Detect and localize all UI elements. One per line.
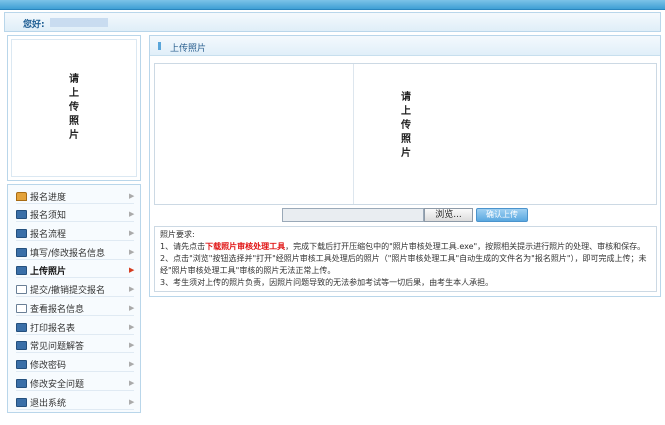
chevron-right-icon: ▶	[129, 304, 135, 312]
download-tool-link[interactable]: 下载照片审核处理工具	[205, 242, 285, 251]
sidebar-menu: 报名进度 ▶ 报名须知 ▶ 报名流程 ▶ 填写/修改报名信息 ▶ 上传照片 ▶ …	[7, 184, 141, 413]
file-upload-row: 浏览...	[282, 208, 473, 222]
top-banner	[0, 0, 665, 10]
confirm-upload-button[interactable]: 确认上传	[476, 208, 528, 222]
chevron-right-icon: ▶	[129, 266, 135, 274]
home-icon	[16, 191, 27, 201]
chevron-right-icon: ▶	[129, 248, 135, 256]
security-icon	[16, 378, 27, 388]
photo-icon	[16, 265, 27, 275]
chevron-right-icon: ▶	[129, 398, 135, 406]
menu-item-print[interactable]: 打印报名表 ▶	[16, 320, 134, 335]
photo-preview-text: 请 上 传 照 片	[401, 92, 411, 159]
password-icon	[16, 359, 27, 369]
upload-photo-panel: 上传照片 请 上 传 照 片 浏览... 确认上传 照片要求: 1、请先点击下载…	[149, 35, 661, 297]
faq-icon	[16, 340, 27, 350]
greeting-label: 您好:	[23, 20, 45, 30]
edit-icon	[16, 247, 27, 257]
browse-button[interactable]: 浏览...	[424, 208, 473, 222]
exit-icon	[16, 397, 27, 407]
menu-item-edit-info[interactable]: 填写/修改报名信息 ▶	[16, 245, 134, 260]
chevron-right-icon: ▶	[129, 360, 135, 368]
chevron-right-icon: ▶	[129, 323, 135, 331]
file-path-input[interactable]	[282, 208, 424, 222]
menu-item-upload-photo[interactable]: 上传照片 ▶	[16, 263, 134, 278]
greeting-bar: 您好:	[4, 12, 661, 32]
chevron-right-icon: ▶	[129, 379, 135, 387]
header-marker-icon	[158, 42, 161, 50]
requirement-2a: 2、点击"浏览"按钮选择并"打开"经照片审核工具处理后的照片（"照片审核处理工具…	[160, 254, 647, 263]
photo-preview-frame: 请 上 传 照 片	[154, 63, 657, 205]
submit-doc-icon	[16, 284, 27, 294]
left-photo-text: 请 上 传 照 片	[69, 74, 79, 141]
left-photo-placeholder: 请 上 传 照 片	[7, 35, 141, 181]
photo-requirements: 照片要求: 1、请先点击下载照片审核处理工具，完成下载后打开压缩包中的"照片审核…	[154, 226, 657, 292]
menu-item-faq[interactable]: 常见问题解答 ▶	[16, 338, 134, 353]
chevron-right-icon: ▶	[129, 192, 135, 200]
panel-header: 上传照片	[150, 36, 660, 56]
requirement-2b: 经"照片审核处理工具"审核的照片无法正常上传。	[160, 266, 336, 275]
menu-item-security-question[interactable]: 修改安全问题 ▶	[16, 376, 134, 391]
print-icon	[16, 322, 27, 332]
menu-item-progress[interactable]: 报名进度 ▶	[16, 189, 134, 204]
chevron-right-icon: ▶	[129, 229, 135, 237]
requirements-heading: 照片要求:	[160, 230, 195, 239]
chevron-right-icon: ▶	[129, 285, 135, 293]
view-doc-icon	[16, 303, 27, 313]
chevron-right-icon: ▶	[129, 341, 135, 349]
menu-item-password[interactable]: 修改密码 ▶	[16, 357, 134, 372]
panel-title: 上传照片	[170, 44, 207, 54]
notice-icon	[16, 209, 27, 219]
flow-icon	[16, 228, 27, 238]
menu-item-submit[interactable]: 提交/撤销提交报名 ▶	[16, 282, 134, 297]
chevron-right-icon: ▶	[129, 210, 135, 218]
user-name-redacted	[50, 18, 108, 27]
menu-item-notice[interactable]: 报名须知 ▶	[16, 207, 134, 222]
menu-item-exit[interactable]: 退出系统 ▶	[16, 395, 134, 410]
requirement-3: 3、考生须对上传的照片负责，因照片问题导致的无法参加考试等一切后果，由考生本人承…	[160, 278, 494, 287]
menu-item-view-info[interactable]: 查看报名信息 ▶	[16, 301, 134, 316]
requirement-1: 1、请先点击下载照片审核处理工具，完成下载后打开压缩包中的"照片审核处理工具.e…	[160, 242, 646, 251]
menu-item-flow[interactable]: 报名流程 ▶	[16, 226, 134, 241]
